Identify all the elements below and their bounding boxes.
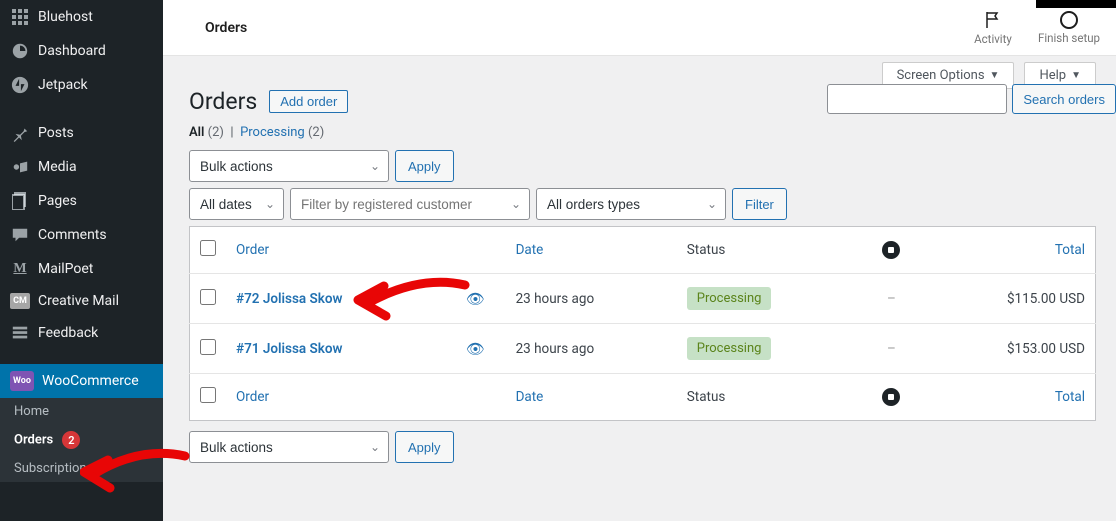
submenu-item-orders[interactable]: Orders 2 — [0, 425, 163, 455]
finish-label: Finish setup — [1038, 31, 1100, 45]
order-total: $115.00 USD — [924, 274, 1095, 324]
order-total: $153.00 USD — [924, 324, 1095, 374]
sidebar-item-label: MailPoet — [38, 261, 93, 277]
bluehost-grid-icon — [10, 7, 30, 27]
col-date[interactable]: Date — [506, 374, 677, 421]
sidebar-item-jetpack[interactable]: Jetpack — [0, 68, 163, 102]
comment-icon — [10, 225, 30, 245]
dashboard-gauge-icon — [10, 41, 30, 61]
filter-button[interactable]: Filter — [732, 188, 787, 220]
activity-button[interactable]: Activity — [968, 10, 1018, 46]
order-date: 23 hours ago — [506, 324, 677, 374]
sidebar-item-creative-mail[interactable]: CM Creative Mail — [0, 286, 163, 316]
mailpoet-icon: M — [10, 259, 30, 279]
bulk-actions-select-bottom[interactable]: Bulk actions — [189, 431, 389, 463]
submenu-item-subscriptions[interactable]: Subscriptions — [0, 455, 163, 482]
table-row[interactable]: #71 Jolissa Skow 👁 23 hours ago Processi… — [190, 324, 1096, 374]
pages-icon — [10, 191, 30, 211]
bulk-actions-select[interactable]: Bulk actions — [189, 150, 389, 182]
order-link[interactable]: #71 Jolissa Skow — [236, 341, 342, 357]
sidebar-item-woocommerce[interactable]: Woo WooCommerce — [0, 364, 163, 398]
breadcrumb: Orders — [205, 20, 247, 36]
order-origin: – — [858, 274, 924, 324]
sidebar-item-dashboard[interactable]: Dashboard — [0, 34, 163, 68]
topbar: Orders Activity Finish setup — [163, 0, 1116, 56]
order-origin: – — [858, 324, 924, 374]
order-types-select[interactable]: All orders types — [536, 188, 726, 220]
order-date: 23 hours ago — [506, 274, 677, 324]
search-input[interactable] — [827, 84, 1007, 114]
jetpack-icon — [10, 75, 30, 95]
search-orders-button[interactable]: Search orders — [1012, 84, 1116, 114]
sidebar-item-label: Dashboard — [38, 43, 106, 59]
decorative-overlay — [1036, 0, 1116, 8]
woocommerce-submenu: Home Orders 2 Subscriptions — [0, 398, 163, 482]
col-total[interactable]: Total — [924, 374, 1095, 421]
origin-icon — [882, 241, 900, 259]
sidebar-item-label: Creative Mail — [38, 293, 119, 309]
row-checkbox[interactable] — [200, 339, 216, 355]
status-badge: Processing — [687, 337, 772, 360]
creative-mail-icon: CM — [10, 293, 30, 309]
page-title: Orders — [189, 88, 257, 115]
feedback-icon — [10, 323, 30, 343]
sidebar-item-label: Pages — [38, 193, 77, 209]
sidebar-item-bluehost[interactable]: Bluehost — [0, 0, 163, 34]
sidebar-item-label: WooCommerce — [42, 373, 139, 389]
view-processing[interactable]: Processing (2) — [240, 125, 324, 140]
status-badge: Processing — [687, 287, 772, 310]
col-order[interactable]: Order — [226, 374, 446, 421]
admin-sidebar: Bluehost Dashboard Jetpack Posts Media P… — [0, 0, 163, 521]
content-area: Orders Activity Finish setup Screen Opti… — [163, 0, 1116, 521]
sidebar-separator — [0, 350, 163, 364]
order-link[interactable]: #72 Jolissa Skow — [236, 291, 342, 307]
add-order-button[interactable]: Add order — [269, 90, 348, 113]
col-status: Status — [677, 374, 859, 421]
apply-bulk-button[interactable]: Apply — [395, 150, 454, 182]
woocommerce-icon: Woo — [10, 371, 34, 391]
dates-filter-select[interactable]: All dates — [189, 188, 284, 220]
apply-bulk-button-bottom[interactable]: Apply — [395, 431, 454, 463]
table-row[interactable]: #72 Jolissa Skow 👁 23 hours ago Processi… — [190, 274, 1096, 324]
select-all-checkbox-bottom[interactable] — [200, 387, 216, 403]
row-checkbox[interactable] — [200, 289, 216, 305]
col-order[interactable]: Order — [226, 227, 446, 274]
submenu-item-home[interactable]: Home — [0, 398, 163, 425]
sidebar-item-label: Comments — [38, 227, 107, 243]
col-origin — [858, 227, 924, 274]
sidebar-item-label: Media — [38, 159, 77, 175]
sidebar-item-comments[interactable]: Comments — [0, 218, 163, 252]
pin-icon — [10, 123, 30, 143]
preview-eye-icon[interactable]: 👁 — [466, 290, 485, 308]
origin-icon — [882, 388, 900, 406]
sidebar-item-pages[interactable]: Pages — [0, 184, 163, 218]
sidebar-item-mailpoet[interactable]: M MailPoet — [0, 252, 163, 286]
col-date[interactable]: Date — [506, 227, 677, 274]
orders-table: Order Date Status Total #72 Jolissa Skow… — [189, 226, 1096, 421]
activity-label: Activity — [974, 32, 1012, 46]
orders-count-badge: 2 — [62, 431, 80, 449]
preview-eye-icon[interactable]: 👁 — [466, 340, 485, 358]
view-all[interactable]: All (2) — [189, 125, 224, 140]
flag-icon — [983, 10, 1003, 30]
select-all-checkbox[interactable] — [200, 240, 216, 256]
sidebar-item-label: Feedback — [38, 325, 98, 341]
col-status: Status — [677, 227, 859, 274]
sidebar-item-media[interactable]: Media — [0, 150, 163, 184]
progress-circle-icon — [1060, 11, 1078, 29]
customer-filter-input[interactable] — [290, 188, 530, 220]
sidebar-item-label: Jetpack — [38, 77, 88, 93]
status-views: All (2) | Processing (2) — [189, 125, 1096, 140]
sidebar-separator — [0, 102, 163, 116]
sidebar-item-feedback[interactable]: Feedback — [0, 316, 163, 350]
sidebar-item-label: Bluehost — [38, 9, 93, 25]
sidebar-item-posts[interactable]: Posts — [0, 116, 163, 150]
col-total[interactable]: Total — [924, 227, 1095, 274]
sidebar-item-label: Posts — [38, 125, 74, 141]
media-icon — [10, 157, 30, 177]
finish-setup-button[interactable]: Finish setup — [1038, 11, 1100, 45]
submenu-item-label: Orders — [14, 433, 53, 448]
